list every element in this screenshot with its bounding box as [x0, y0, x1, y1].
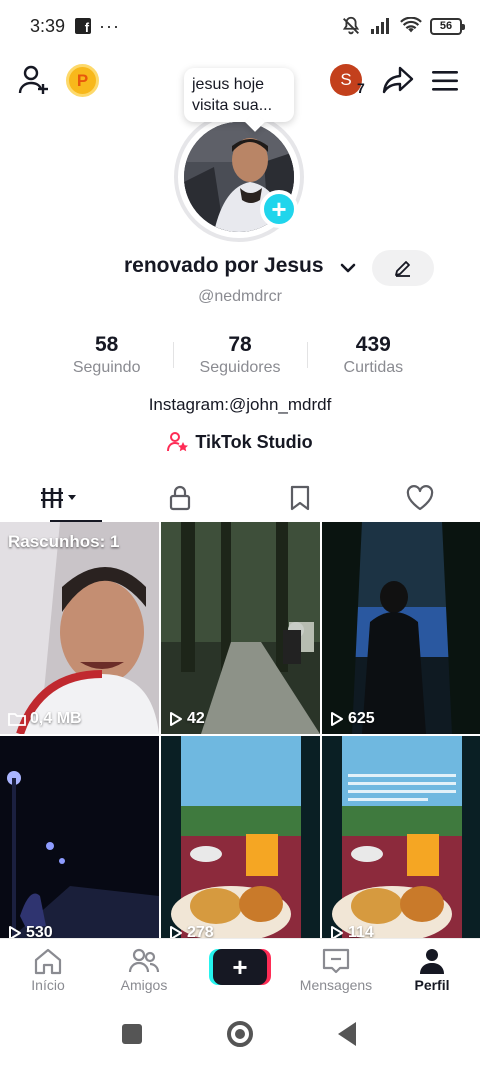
view-count-value: 42 [187, 710, 205, 727]
tiktok-studio-link[interactable]: TikTok Studio [0, 431, 480, 453]
video-thumbnail [322, 522, 480, 734]
wifi-icon [400, 17, 422, 33]
add-story-button[interactable]: + [260, 190, 298, 228]
recent-apps-icon[interactable] [122, 1024, 142, 1044]
nav-create[interactable]: + [192, 939, 288, 1000]
nav-inbox-label: Mensagens [299, 977, 373, 993]
profile-stats: 58 Seguindo 78 Seguidores 439 Curtidas [40, 332, 440, 382]
display-name[interactable]: renovado por Jesus [124, 254, 324, 278]
draft-size-value: 0,4 MB [30, 710, 82, 727]
profile-icon [420, 949, 444, 974]
status-bar: 3:39 f ··· 56 [0, 0, 480, 52]
share-profile-button[interactable] [380, 62, 416, 98]
stat-likes[interactable]: 439 Curtidas [306, 332, 440, 382]
home-system-icon[interactable] [227, 1021, 253, 1047]
play-icon [170, 712, 182, 726]
view-count-value: 625 [348, 710, 375, 727]
pencil-icon [395, 261, 410, 277]
video-tile[interactable]: 114 [322, 736, 480, 948]
lock-icon [169, 485, 191, 511]
stat-value: 78 [228, 333, 252, 356]
stat-following[interactable]: 58 Seguindo [40, 332, 173, 382]
heart-icon [406, 485, 434, 511]
video-tile[interactable]: 625 [322, 522, 480, 734]
play-icon [331, 712, 343, 726]
video-thumbnail [0, 736, 159, 948]
status-time: 3:39 [30, 15, 66, 36]
edit-profile-button[interactable] [372, 250, 434, 286]
signal-icon [371, 18, 389, 34]
facebook-icon: f [75, 18, 92, 34]
add-friend-button[interactable] [16, 62, 52, 98]
view-count: 625 [330, 710, 375, 728]
plus-icon: + [232, 951, 248, 982]
avatar-initial: S [340, 70, 352, 89]
more-notifications-icon: ··· [99, 15, 121, 36]
nav-home-label: Início [31, 977, 65, 993]
nav-profile[interactable]: Perfil [384, 939, 480, 1000]
create-button[interactable]: + [213, 949, 267, 985]
bottom-navigation: Início Amigos + Mensagens Perfil [0, 938, 480, 1000]
home-icon [34, 948, 62, 975]
draft-size: 0,4 MB [8, 710, 82, 728]
video-thumbnail [322, 736, 480, 948]
profile-tabs [0, 474, 480, 522]
nav-friends-label: Amigos [120, 977, 168, 993]
username: @nedmdrcr [198, 288, 282, 305]
tab-liked[interactable] [360, 474, 480, 522]
draft-tile[interactable]: Rascunhos: 1 0,4 MB [0, 522, 159, 734]
stat-value: 58 [94, 333, 119, 356]
name-row: renovado por Jesus [0, 250, 480, 286]
stat-label: Seguindo [72, 359, 141, 376]
grid-icon [41, 488, 76, 508]
video-tile[interactable]: 530 [0, 736, 159, 948]
profile-bio: Instagram:@john_mdrdf [148, 395, 332, 414]
nav-profile-label: Perfil [414, 977, 450, 993]
chevron-down-icon[interactable] [338, 258, 358, 278]
nav-friends[interactable]: Amigos [96, 939, 192, 1000]
nav-home[interactable]: Início [0, 939, 96, 1000]
video-thumbnail [161, 522, 320, 734]
battery-icon: 56 [430, 17, 465, 35]
hamburger-menu-icon [432, 71, 458, 91]
menu-button[interactable] [428, 64, 462, 98]
video-thumbnail [161, 736, 320, 948]
stat-label: Seguidores [199, 359, 281, 376]
mute-icon [342, 16, 360, 35]
friends-icon [128, 948, 160, 973]
stat-label: Curtidas [343, 359, 404, 376]
draft-thumbnail [0, 522, 159, 734]
folder-icon [8, 713, 26, 726]
nav-inbox[interactable]: Mensagens [288, 939, 384, 1000]
video-tile[interactable]: 278 [161, 736, 320, 948]
video-grid: Rascunhos: 1 0,4 MB 42 625 530 278 114 [0, 522, 480, 948]
add-user-icon [18, 65, 48, 94]
tab-saved[interactable] [240, 474, 360, 522]
coin-icon: P [76, 70, 89, 90]
drafts-label: Rascunhos: 1 [8, 532, 120, 551]
stat-value: 439 [355, 333, 391, 356]
view-count: 42 [169, 710, 205, 728]
video-tile[interactable]: 42 [161, 522, 320, 734]
studio-user-icon [167, 432, 189, 452]
story-tooltip[interactable]: jesus hoje visita sua... [184, 68, 294, 122]
inbox-icon [322, 948, 350, 974]
share-icon [382, 66, 414, 94]
coin-rewards-button[interactable]: P [66, 64, 99, 97]
studio-label: TikTok Studio [195, 431, 313, 452]
tab-private[interactable] [120, 474, 240, 522]
bookmark-icon [290, 485, 310, 511]
tab-videos[interactable] [0, 474, 120, 522]
system-navigation-bar [0, 1000, 480, 1066]
notification-count-badge: 7 [357, 80, 365, 96]
stat-followers[interactable]: 78 Seguidores [173, 332, 306, 382]
back-icon[interactable] [338, 1022, 356, 1046]
